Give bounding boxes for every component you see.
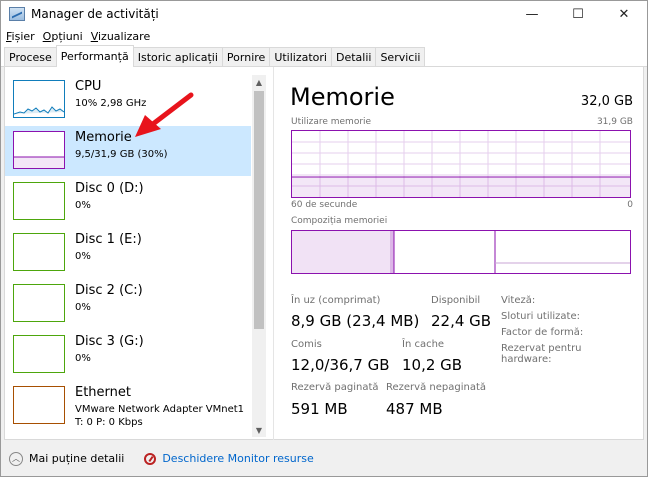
slots-used-label: Sloturi utilizate: <box>501 311 580 322</box>
window-title: Manager de activități <box>31 7 159 21</box>
tab-performance[interactable]: Performanță <box>55 45 134 67</box>
memory-usage-svg <box>292 131 630 197</box>
speed-label: Viteză: <box>501 295 536 306</box>
sidebar-item-disk0[interactable]: Disc 0 (D:) 0% <box>5 177 251 227</box>
menu-bar: Fișier Opțiuni Vizualizare <box>1 27 647 45</box>
scroll-up-arrow-icon[interactable]: ▲ <box>252 75 266 89</box>
fewer-details-button[interactable]: Mai puține detalii <box>29 452 124 465</box>
available-value: 22,4 GB <box>431 312 492 330</box>
bottom-bar: ︿ Mai puține detalii Deschidere Monitor … <box>1 441 647 476</box>
memory-mini-fill <box>14 157 64 168</box>
menu-options-rest: pțiuni <box>51 29 83 43</box>
sidebar-item-name: Disc 1 (E:) <box>75 232 142 247</box>
sidebar-item-detail: 9,5/31,9 GB (30%) <box>75 149 168 160</box>
resource-monitor-icon <box>144 452 157 465</box>
performance-panel: CPU 10% 2,98 GHz Memorie 9,5/31,9 GB (30… <box>4 67 644 440</box>
composition-svg <box>292 231 630 273</box>
sidebar-item-disk1[interactable]: Disc 1 (E:) 0% <box>5 228 251 278</box>
menu-view[interactable]: Vizualizare <box>91 30 151 43</box>
chevron-up-icon[interactable]: ︿ <box>9 451 23 466</box>
paged-pool-label: Rezervă paginată <box>291 382 379 393</box>
menu-file-rest: ișier <box>11 29 35 43</box>
sidebar-item-name: Disc 0 (D:) <box>75 181 144 196</box>
tab-startup[interactable]: Pornire <box>221 47 271 66</box>
available-label: Disponibil <box>431 295 481 306</box>
nonpaged-pool-label: Rezervă nepaginată <box>386 382 486 393</box>
disk2-thumbnail-graph <box>13 284 65 322</box>
scrollbar-thumb[interactable] <box>254 91 264 329</box>
sidebar-item-name: CPU <box>75 79 102 94</box>
cpu-mini-line <box>13 106 65 115</box>
memory-detail-view: Memorie 32,0 GB Utilizare memorie 31,9 G… <box>290 67 635 440</box>
cached-value: 10,2 GB <box>402 356 463 374</box>
sidebar-item-detail: 0% <box>75 251 91 262</box>
disk3-thumbnail-graph <box>13 335 65 373</box>
panel-divider[interactable] <box>273 67 274 440</box>
tab-processes[interactable]: Procese <box>4 47 57 66</box>
composition-label: Compoziția memoriei <box>291 216 388 226</box>
usage-graph-max: 31,9 GB <box>596 117 633 127</box>
memory-mini-graph <box>14 156 64 168</box>
menu-view-rest: izualizare <box>98 29 151 43</box>
maximize-button[interactable]: ☐ <box>555 1 601 27</box>
hardware-reserved-label: Rezervat pentru hardware: <box>501 343 582 365</box>
sidebar-item-cpu[interactable]: CPU 10% 2,98 GHz <box>5 75 251 125</box>
committed-label: Comis <box>291 339 322 350</box>
sidebar-scrollbar[interactable]: ▲ ▼ <box>252 75 266 437</box>
sidebar-item-detail: VMware Network Adapter VMnet1 <box>75 404 245 415</box>
sidebar-item-detail: 0% <box>75 302 91 313</box>
window-controls: — ☐ ✕ <box>509 1 647 27</box>
form-factor-label: Factor de formă: <box>501 327 584 338</box>
graph-time-left: 60 de secunde <box>291 200 358 210</box>
minimize-button[interactable]: — <box>509 1 555 27</box>
tab-details[interactable]: Detalii <box>330 47 377 66</box>
composition-modified <box>390 231 394 273</box>
sidebar-item-name: Disc 3 (G:) <box>75 334 144 349</box>
cached-label: În cache <box>402 339 445 350</box>
arrow-shaft <box>146 92 194 130</box>
cpu-mini-graph <box>13 106 65 115</box>
sidebar-item-disk3[interactable]: Disc 3 (G:) 0% <box>5 330 251 380</box>
menu-options[interactable]: Opțiuni <box>43 30 83 43</box>
sidebar-item-name: Memorie <box>75 130 132 145</box>
usage-fill <box>292 177 630 197</box>
title-bar: Manager de activități — ☐ ✕ <box>1 1 647 27</box>
sidebar-item-name: Ethernet <box>75 385 131 400</box>
sidebar-item-throughput: T: 0 P: 0 Kbps <box>75 417 143 428</box>
sidebar-item-name: Disc 2 (C:) <box>75 283 143 298</box>
menu-view-accel: V <box>90 29 98 43</box>
sidebar-item-detail: 0% <box>75 200 91 211</box>
close-button[interactable]: ✕ <box>601 1 647 27</box>
sidebar-item-ethernet[interactable]: Ethernet VMware Network Adapter VMnet1 T… <box>5 381 251 431</box>
tab-users[interactable]: Utilizatori <box>269 47 332 66</box>
tab-services[interactable]: Servicii <box>375 47 426 66</box>
composition-in-use <box>292 231 390 273</box>
memory-usage-graph <box>291 130 631 198</box>
menu-file[interactable]: Fișier <box>6 30 35 43</box>
page-title: Memorie <box>290 83 395 111</box>
sidebar-item-disk2[interactable]: Disc 2 (C:) 0% <box>5 279 251 329</box>
disk0-thumbnail-graph <box>13 182 65 220</box>
graph-time-right: 0 <box>627 200 633 210</box>
red-annotation-arrow <box>135 92 194 137</box>
tab-strip: Procese Performanță Istoric aplicații Po… <box>1 45 647 67</box>
in-use-value: 8,9 GB (23,4 MB) <box>291 312 420 330</box>
paged-pool-value: 591 MB <box>291 400 348 418</box>
nonpaged-pool-value: 487 MB <box>386 400 443 418</box>
task-manager-icon <box>9 7 25 21</box>
disk1-thumbnail-graph <box>13 233 65 271</box>
memory-thumbnail-graph <box>13 131 65 169</box>
cpu-thumbnail-graph <box>13 80 65 118</box>
sidebar-item-detail: 0% <box>75 353 91 364</box>
sidebar-item-memory[interactable]: Memorie 9,5/31,9 GB (30%) <box>5 126 251 176</box>
in-use-label: În uz (comprimat) <box>291 295 381 306</box>
memory-composition-bar <box>291 230 631 274</box>
scroll-down-arrow-icon[interactable]: ▼ <box>252 423 266 437</box>
usage-graph-label: Utilizare memorie <box>291 117 372 127</box>
ethernet-thumbnail-graph <box>13 386 65 424</box>
committed-value: 12,0/36,7 GB <box>291 356 390 374</box>
tab-app-history[interactable]: Istoric aplicații <box>132 47 223 66</box>
open-resource-monitor-link[interactable]: Deschidere Monitor resurse <box>162 452 313 465</box>
total-memory: 32,0 GB <box>580 94 633 109</box>
